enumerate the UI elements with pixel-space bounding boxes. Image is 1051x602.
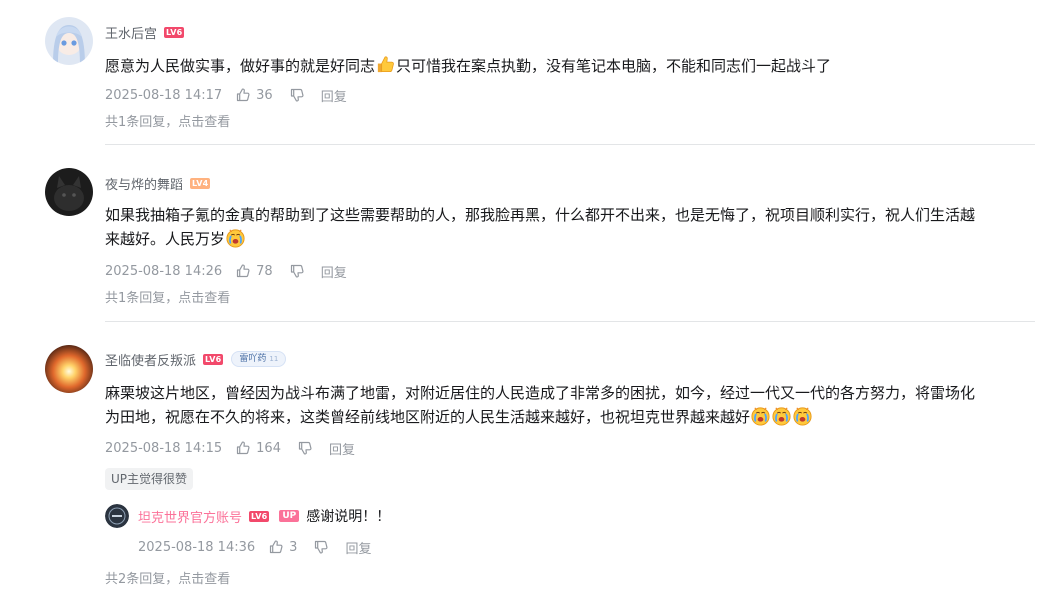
comment-header: 夜与烨的舞蹈 LV4 — [105, 173, 211, 193]
level-badge: LV6 — [164, 26, 185, 38]
avatar[interactable] — [45, 345, 93, 393]
reply-button[interactable]: 回复 — [321, 86, 347, 105]
view-replies: 共1条回复，点击查看 — [105, 287, 230, 306]
like-count: 3 — [289, 539, 298, 555]
dislike-button[interactable] — [297, 440, 313, 456]
comment-meta: 2025-08-18 14:15 164 回复 — [105, 439, 355, 458]
up-badge: UP — [279, 510, 300, 522]
like-count: 78 — [256, 263, 273, 279]
sub-reply: 坦克世界官方账号 LV6 UP 感谢说明！！ — [138, 506, 390, 526]
comment-text: 麻栗坡这片地区，曾经因为战斗布满了地雷，对附近居住的人民造成了非常多的困扰，如今… — [105, 381, 1040, 429]
comment-text-line: 为田地，祝愿在不久的将来，这类曾经前线地区附近的人民生活越来越好，也祝坦克世界越… — [105, 408, 751, 426]
like-button[interactable]: 36 — [235, 87, 273, 103]
thumb-up-icon — [235, 440, 251, 456]
sub-reply-avatar[interactable] — [105, 504, 129, 528]
comment-time: 2025-08-18 14:17 — [105, 87, 223, 103]
thumb-up-icon — [235, 87, 251, 103]
medal-level: 11 — [269, 355, 279, 363]
comment-text-line-wrap: 来越好。人民万岁 — [105, 227, 1040, 251]
view-replies-link[interactable]: 点击查看 — [178, 291, 230, 306]
dislike-button[interactable] — [289, 263, 305, 279]
reply-count-text: 共2条回复， — [105, 572, 179, 587]
comment-text: 如果我抽箱子氪的金真的帮助到了这些需要帮助的人，那我脸再黑，什么都开不出来，也是… — [105, 203, 1040, 251]
comment-text: 愿意为人民做实事，做好事的就是好同志 只可惜我在案点执勤，没有笔记本电脑，不能和同… — [105, 54, 1040, 78]
sub-reply-username[interactable]: 坦克世界官方账号 — [138, 507, 242, 526]
comment-time: 2025-08-18 14:26 — [105, 263, 223, 279]
username[interactable]: 王水后宫 — [105, 23, 157, 42]
thumb-up-icon — [235, 263, 251, 279]
comment-text-line: 如果我抽箱子氪的金真的帮助到了这些需要帮助的人，那我脸再黑，什么都开不出来，也是… — [105, 206, 976, 224]
like-button[interactable]: 3 — [268, 539, 297, 555]
divider — [105, 321, 1035, 322]
thumb-down-icon — [297, 440, 313, 456]
crying-emoji-icon — [792, 405, 813, 426]
avatar[interactable] — [45, 168, 93, 216]
crying-emoji-icon — [225, 227, 246, 248]
comment-text-line: 麻栗坡这片地区，曾经因为战斗布满了地雷，对附近居住的人民造成了非常多的困扰，如今… — [105, 384, 976, 402]
level-badge: LV6 — [203, 353, 224, 365]
comment-header: 王水后宫 LV6 — [105, 22, 185, 42]
up-liked-tag: UP主觉得很赞 — [105, 468, 194, 490]
dislike-button[interactable] — [289, 87, 305, 103]
reply-count-text: 共1条回复， — [105, 291, 179, 306]
reply-button[interactable]: 回复 — [329, 439, 355, 458]
like-button[interactable]: 78 — [235, 263, 273, 279]
comment-text-part: 愿意为人民做实事，做好事的就是好同志 — [105, 57, 376, 75]
thumb-down-icon — [289, 263, 305, 279]
sub-reply-meta: 2025-08-18 14:36 3 回复 — [138, 538, 371, 557]
comment-text-line: 来越好。人民万岁 — [105, 230, 226, 248]
level-badge: LV4 — [190, 177, 211, 189]
medal-name: 雷吖药 — [239, 354, 267, 364]
fan-medal[interactable]: 雷吖药 11 — [231, 351, 287, 367]
comment-meta: 2025-08-18 14:26 78 回复 — [105, 262, 347, 281]
comment-header: 圣临使者反叛派 LV6 雷吖药 11 — [105, 349, 287, 369]
reply-button[interactable]: 回复 — [345, 538, 371, 557]
view-replies: 共1条回复，点击查看 — [105, 111, 230, 130]
view-replies-link[interactable]: 点击查看 — [178, 572, 230, 587]
view-replies: 共2条回复，点击查看 — [105, 568, 230, 587]
comment-meta: 2025-08-18 14:17 36 回复 — [105, 86, 347, 105]
thumb-down-icon — [313, 539, 329, 555]
divider — [105, 144, 1035, 145]
reply-count-text: 共1条回复， — [105, 115, 179, 130]
reply-button[interactable]: 回复 — [321, 262, 347, 281]
view-replies-link[interactable]: 点击查看 — [178, 115, 230, 130]
username[interactable]: 圣临使者反叛派 — [105, 350, 196, 369]
sub-reply-text: 感谢说明！！ — [306, 509, 391, 525]
like-count: 36 — [256, 87, 273, 103]
comment-text-part: 只可惜我在案点执勤，没有笔记本电脑，不能和同志们一起战斗了 — [396, 57, 832, 75]
comment-time: 2025-08-18 14:36 — [138, 539, 256, 555]
like-count: 164 — [256, 440, 281, 456]
avatar[interactable] — [45, 17, 93, 65]
comment-time: 2025-08-18 14:15 — [105, 440, 223, 456]
crying-emoji-icon — [750, 405, 771, 426]
thumbs-up-emoji-icon — [375, 54, 396, 75]
username[interactable]: 夜与烨的舞蹈 — [105, 174, 183, 193]
level-badge: LV6 — [249, 510, 270, 522]
comment-text-line-wrap: 为田地，祝愿在不久的将来，这类曾经前线地区附近的人民生活越来越好，也祝坦克世界越… — [105, 405, 1040, 429]
dislike-button[interactable] — [313, 539, 329, 555]
crying-emoji-icon — [771, 405, 792, 426]
thumb-down-icon — [289, 87, 305, 103]
like-button[interactable]: 164 — [235, 440, 281, 456]
thumb-up-icon — [268, 539, 284, 555]
